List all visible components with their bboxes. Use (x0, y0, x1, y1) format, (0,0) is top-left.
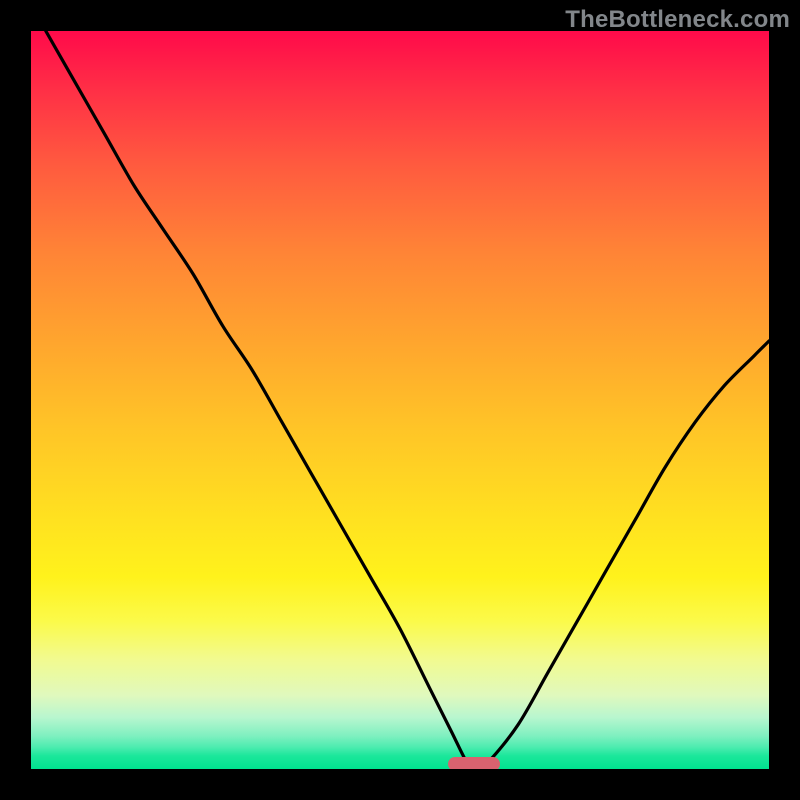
plot-area (31, 31, 769, 769)
chart-frame: TheBottleneck.com (0, 0, 800, 800)
bottleneck-curve (31, 31, 769, 769)
watermark-text: TheBottleneck.com (565, 6, 790, 34)
min-marker (448, 757, 500, 769)
